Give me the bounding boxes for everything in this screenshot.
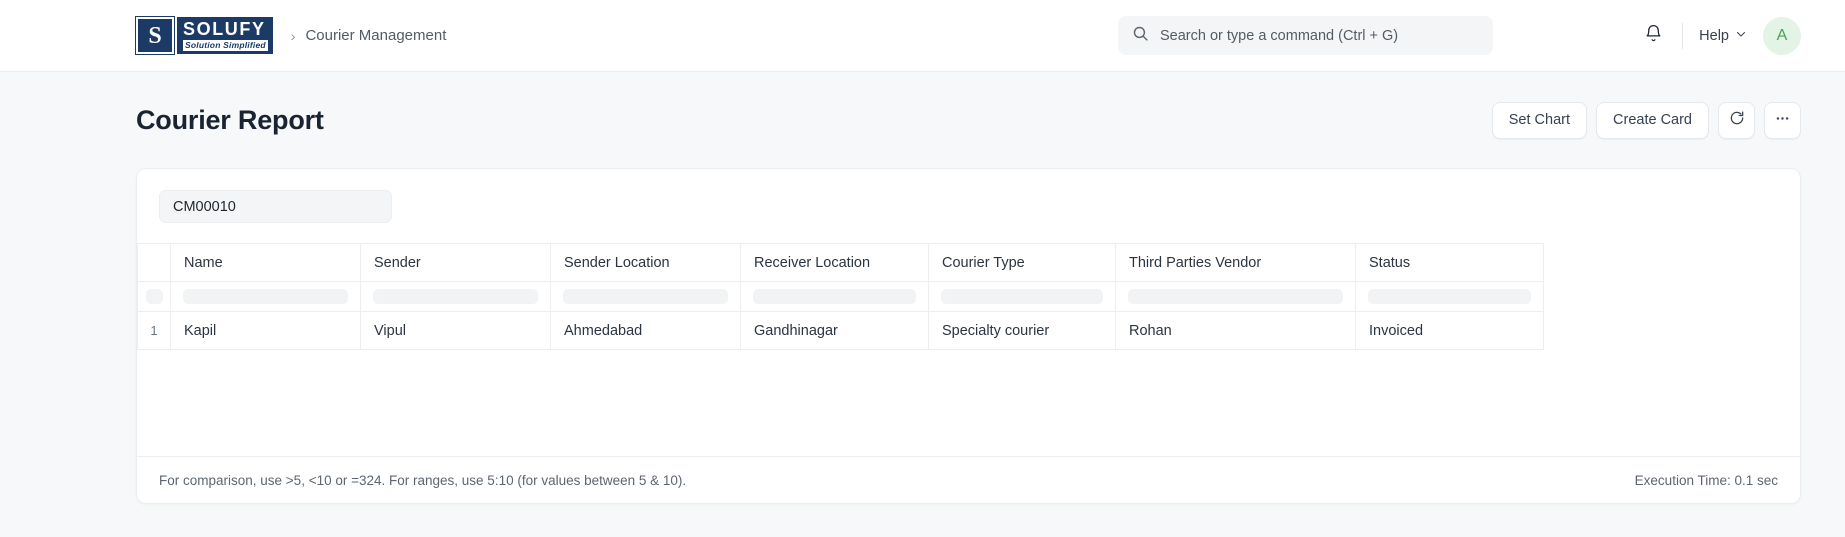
filter-cell-courier-type[interactable] <box>928 281 1116 312</box>
navbar-right: Help A <box>1636 16 1801 55</box>
logo-mark-icon: S <box>135 16 175 55</box>
breadcrumb-courier-management[interactable]: Courier Management <box>305 27 446 44</box>
filter-cell-receiver-location[interactable] <box>740 281 929 312</box>
page-actions: Set Chart Create Card <box>1491 101 1801 139</box>
page-title: Courier Report <box>136 104 324 135</box>
table-filter-row <box>137 281 1544 312</box>
column-header-status[interactable]: Status <box>1355 243 1544 282</box>
column-header-index <box>137 243 171 282</box>
ellipsis-icon <box>1774 110 1791 131</box>
cell-name[interactable]: Kapil <box>170 311 361 350</box>
filter-placeholder <box>373 289 538 304</box>
cell-sender[interactable]: Vipul <box>360 311 551 350</box>
search-placeholder: Search or type a command (Ctrl + G) <box>1160 27 1399 44</box>
table-header-row: Name Sender Sender Location Receiver Loc… <box>137 243 1544 282</box>
filter-placeholder <box>753 289 916 304</box>
execution-time: Execution Time: 0.1 sec <box>1634 472 1778 488</box>
report-table: Name Sender Sender Location Receiver Loc… <box>137 243 1544 350</box>
cell-courier-type[interactable]: Specialty courier <box>928 311 1116 350</box>
global-search[interactable]: Search or type a command (Ctrl + G) <box>1118 16 1493 55</box>
filter-hint-text: For comparison, use >5, <10 or =324. For… <box>159 472 687 488</box>
create-card-button[interactable]: Create Card <box>1596 101 1709 139</box>
solufy-logo[interactable]: S SOLUFY Solution Simplified <box>135 16 273 55</box>
chevron-down-icon <box>1735 28 1747 44</box>
cell-receiver-location[interactable]: Gandhinagar <box>740 311 929 350</box>
filter-cell-sender-location[interactable] <box>550 281 741 312</box>
navbar-divider <box>1682 22 1684 49</box>
cell-third-parties-vendor[interactable]: Rohan <box>1115 311 1356 350</box>
filter-placeholder <box>145 289 163 304</box>
help-label: Help <box>1699 27 1729 44</box>
avatar[interactable]: A <box>1763 16 1801 55</box>
page-header: Courier Report Set Chart Create Card <box>0 72 1845 144</box>
logo-wordmark: SOLUFY Solution Simplified <box>177 17 273 54</box>
filter-cell-name[interactable] <box>170 281 361 312</box>
brand[interactable]: S SOLUFY Solution Simplified <box>135 16 273 55</box>
logo-title: SOLUFY <box>183 18 266 39</box>
filter-placeholder <box>1128 289 1343 304</box>
column-header-sender[interactable]: Sender <box>360 243 551 282</box>
more-options-button[interactable] <box>1764 101 1801 139</box>
logo-tagline: Solution Simplified <box>183 39 268 52</box>
filter-area: CM00010 <box>137 169 1800 243</box>
filter-placeholder <box>563 289 728 304</box>
refresh-button[interactable] <box>1718 101 1755 139</box>
help-menu-button[interactable]: Help <box>1699 28 1747 44</box>
refresh-icon <box>1729 110 1745 130</box>
column-header-third-parties-vendor[interactable]: Third Parties Vendor <box>1115 243 1356 282</box>
report-filter-input[interactable]: CM00010 <box>159 190 392 223</box>
cell-sender-location[interactable]: Ahmedabad <box>550 311 741 350</box>
column-header-name[interactable]: Name <box>170 243 361 282</box>
cell-status[interactable]: Invoiced <box>1355 311 1544 350</box>
search-icon <box>1132 25 1149 47</box>
top-navbar: S SOLUFY Solution Simplified › Courier M… <box>0 0 1845 72</box>
bell-icon <box>1644 24 1663 48</box>
row-index: 1 <box>137 311 171 350</box>
filter-cell-sender[interactable] <box>360 281 551 312</box>
set-chart-button[interactable]: Set Chart <box>1491 101 1588 139</box>
column-header-courier-type[interactable]: Courier Type <box>928 243 1116 282</box>
table-row[interactable]: 1 Kapil Vipul Ahmedabad Gandhinagar Spec… <box>137 311 1544 350</box>
report-grid: Name Sender Sender Location Receiver Loc… <box>137 243 1800 350</box>
filter-cell-index <box>137 281 171 312</box>
filter-cell-status[interactable] <box>1355 281 1544 312</box>
filter-placeholder <box>941 289 1103 304</box>
column-header-receiver-location[interactable]: Receiver Location <box>740 243 929 282</box>
filter-placeholder <box>183 289 348 304</box>
report-card: CM00010 Name Sender Sender Location Rece… <box>136 168 1801 504</box>
breadcrumb-separator-icon: › <box>290 27 296 44</box>
column-header-sender-location[interactable]: Sender Location <box>550 243 741 282</box>
card-footer: For comparison, use >5, <10 or =324. For… <box>137 456 1800 503</box>
filter-cell-third-parties-vendor[interactable] <box>1115 281 1356 312</box>
filter-placeholder <box>1368 289 1531 304</box>
notifications-button[interactable] <box>1636 19 1670 53</box>
